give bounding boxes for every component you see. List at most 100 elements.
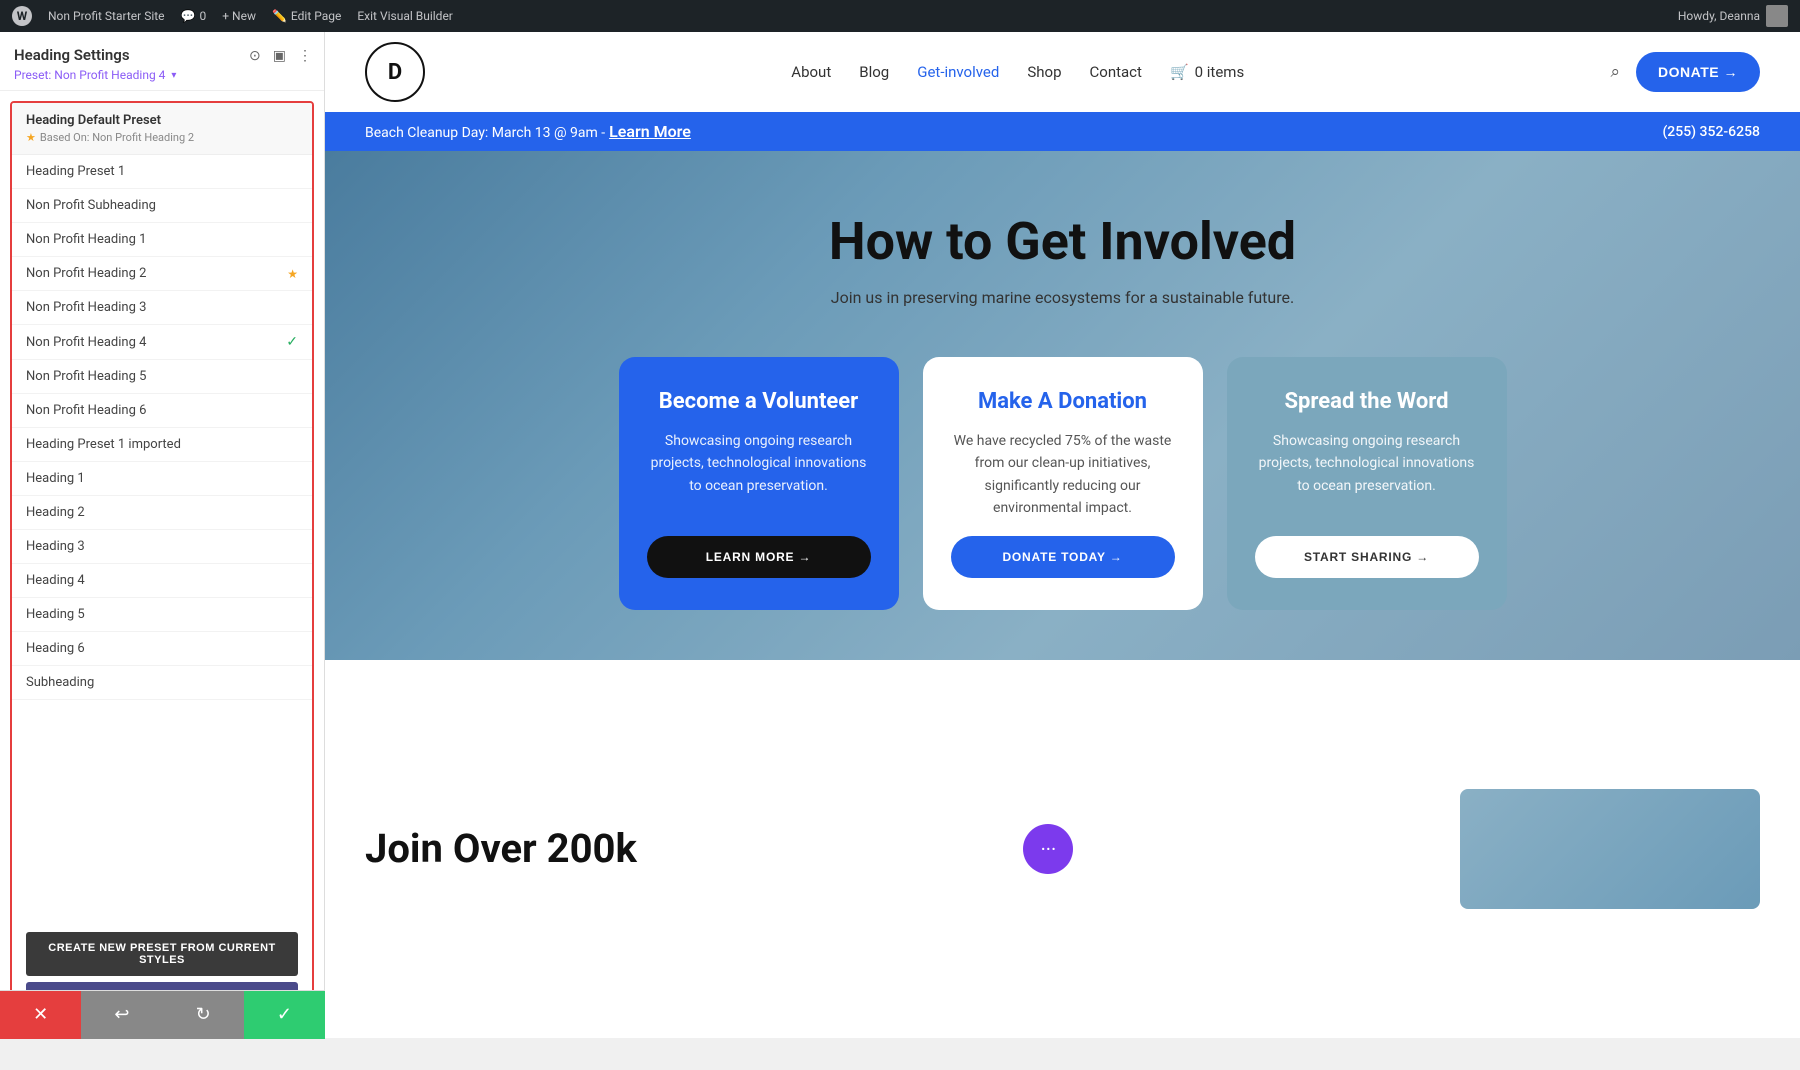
announcement-bar: Beach Cleanup Day: March 13 @ 9am - Lear… [325,112,1800,151]
preset-item-label: Non Profit Heading 5 [26,369,146,384]
cards-container: Become a VolunteerShowcasing ongoing res… [365,357,1760,610]
howdy-text: Howdy, Deanna [1678,5,1788,27]
save-button[interactable]: ✓ [244,991,325,1039]
list-item[interactable]: Heading 2 [12,496,312,530]
preset-item-label: Heading 3 [26,539,85,554]
list-item[interactable]: Non Profit Heading 2★ [12,257,312,291]
dots-icon: ··· [1041,837,1057,861]
nav-item-about[interactable]: About [791,63,831,81]
card-volunteer-button[interactable]: LEARN MORE → [647,536,871,578]
search-icon[interactable]: ⌕ [1610,62,1620,82]
hero-section: How to Get Involved Join us in preservin… [325,151,1800,660]
preset-item-label: Non Profit Heading 6 [26,403,146,418]
save-icon: ✓ [277,1004,292,1025]
card-volunteer-text: Showcasing ongoing research projects, te… [647,430,871,497]
donate-button[interactable]: DONATE → [1636,52,1760,92]
nav-item-shop[interactable]: Shop [1027,63,1061,81]
join-title: Join Over 200k [365,825,637,872]
list-item[interactable]: Non Profit Heading 3 [12,291,312,325]
card-share: Spread the Word Showcasing ongoing resear… [1227,357,1507,610]
list-item[interactable]: Non Profit Heading 6 [12,394,312,428]
checkmark-icon: ✓ [286,334,298,350]
preset-item-label: Heading Preset 1 [26,164,125,179]
default-preset-title: Heading Default Preset [26,113,298,128]
cart-link[interactable]: 🛒 0 items [1170,63,1244,81]
list-item[interactable]: Heading 6 [12,632,312,666]
layout-icon[interactable]: ▣ [271,46,288,66]
more-options-icon[interactable]: ⋮ [296,46,314,66]
panel-icons: ⊙ ▣ ⋮ [247,46,314,66]
list-item[interactable]: Heading Preset 1 [12,155,312,189]
learn-more-link[interactable]: Learn More [609,122,691,141]
preset-item-label: Heading 5 [26,607,85,622]
list-item[interactable]: Non Profit Heading 5 [12,360,312,394]
panel-preset-label[interactable]: Preset: Non Profit Heading 4 ▾ [14,68,310,82]
cart-count: 0 items [1195,63,1245,81]
comments-icon: 💬 [181,9,196,23]
site-nav: About Blog Get-involved Shop Contact 🛒 0 items [791,63,1244,81]
list-item[interactable]: Heading 3 [12,530,312,564]
main-layout: Heading Settings Preset: Non Profit Head… [0,32,1800,1038]
list-item[interactable]: Non Profit Heading 4 ✓ [12,325,312,360]
wp-logo-icon[interactable]: W [12,6,32,26]
preset-item-label: Subheading [26,675,94,690]
card-share-text: Showcasing ongoing research projects, te… [1255,430,1479,497]
purple-dot-button[interactable]: ··· [1023,824,1073,874]
new-link[interactable]: + New [222,9,256,23]
hero-subtitle: Join us in preserving marine ecosystems … [365,288,1760,307]
card-share-title: Spread the Word [1255,389,1479,414]
bottom-section: Join Over 200k ··· [325,660,1800,1038]
phone-number: (255) 352-6258 [1662,124,1760,140]
site-name: Non Profit Starter Site [48,9,165,23]
panel-header: Heading Settings Preset: Non Profit Head… [0,32,324,91]
card-donate-text: We have recycled 75% of the waste from o… [951,430,1175,520]
list-item[interactable]: Heading 5 [12,598,312,632]
comments-link[interactable]: 💬 0 [181,9,207,23]
preset-item-label: Heading Preset 1 imported [26,437,181,452]
avatar[interactable] [1766,5,1788,27]
preset-item-label: Non Profit Heading 4 [26,335,146,350]
default-preset-based-on: ★ Based On: Non Profit Heading 2 [26,131,298,144]
edit-page-label: Edit Page [291,9,341,23]
card-share-button[interactable]: START SHARING → [1255,536,1479,578]
list-item[interactable]: Heading 1 [12,462,312,496]
preset-item-label: Heading 4 [26,573,85,588]
settings-icon[interactable]: ⊙ [247,46,263,66]
redo-icon: ↻ [196,1004,211,1025]
cart-icon: 🛒 [1170,63,1189,81]
preset-item-label: Non Profit Subheading [26,198,156,213]
preset-list: Heading Preset 1 Non Profit Subheading Non… [12,155,312,922]
exit-builder-link[interactable]: Exit Visual Builder [357,9,453,23]
preset-item-label: Heading 6 [26,641,85,656]
undo-button[interactable]: ↩ [81,991,162,1039]
preset-item-label: Heading 2 [26,505,85,520]
new-label: + New [222,9,256,23]
edit-page-link[interactable]: ✏️ Edit Page [272,9,341,23]
default-preset-header[interactable]: Heading Default Preset ★ Based On: Non P… [12,103,312,155]
preset-list-container: Heading Default Preset ★ Based On: Non P… [10,101,314,1028]
site-logo: D [365,42,425,102]
close-icon: ✕ [33,1004,48,1025]
announcement-text: Beach Cleanup Day: March 13 @ 9am - Lear… [365,122,691,141]
nav-item-getinvolved[interactable]: Get-involved [917,63,999,81]
list-item[interactable]: Heading Preset 1 imported [12,428,312,462]
bottom-toolbar: ✕ ↩ ↻ ✓ [0,990,325,1038]
card-donate: Make A DonationWe have recycled 75% of t… [923,357,1203,610]
preset-item-label: Non Profit Heading 3 [26,300,146,315]
admin-bar: W Non Profit Starter Site 💬 0 + New ✏️ E… [0,0,1800,32]
nav-item-blog[interactable]: Blog [859,63,889,81]
list-item[interactable]: Non Profit Heading 1 [12,223,312,257]
preset-item-label: Heading 1 [26,471,85,486]
list-item[interactable]: Non Profit Subheading [12,189,312,223]
bottom-preview-image [1460,789,1760,909]
list-item[interactable]: Heading 4 [12,564,312,598]
site-name-link[interactable]: Non Profit Starter Site [48,9,165,23]
undo-icon: ↩ [114,1004,129,1025]
close-button[interactable]: ✕ [0,991,81,1039]
nav-item-contact[interactable]: Contact [1090,63,1142,81]
site-header: D About Blog Get-involved Shop Contact 🛒 0 ite… [325,32,1800,112]
redo-button[interactable]: ↻ [163,991,244,1039]
card-donate-button[interactable]: DONATE TODAY → [951,536,1175,578]
create-preset-button[interactable]: CREATE NEW PRESET FROM CURRENT STYLES [26,932,298,976]
list-item[interactable]: Subheading [12,666,312,700]
